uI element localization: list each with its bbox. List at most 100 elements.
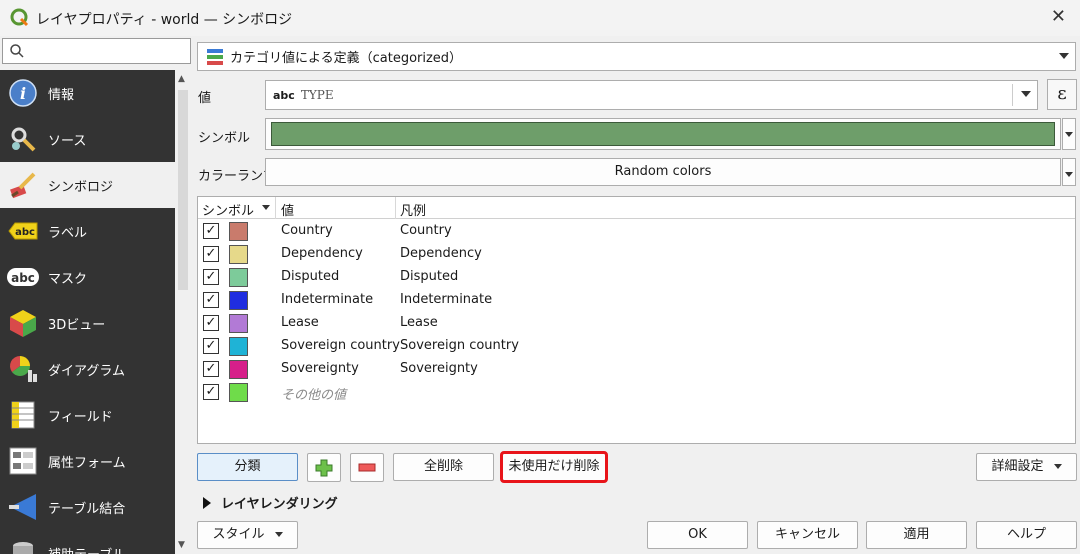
sidebar-item-symbology[interactable]: シンボロジ: [0, 162, 175, 208]
category-color-swatch[interactable]: [229, 222, 248, 241]
table-row[interactable]: ✓ Sovereignty Sovereignty: [198, 358, 1075, 381]
apply-button[interactable]: 適用: [866, 521, 967, 549]
sidebar: i 情報 ソース シンボロジ abc ラベル abc マスク 3Dビュー ダイア…: [0, 70, 175, 554]
sidebar-item-label: ラベル: [48, 225, 88, 241]
sidebar-item-fields[interactable]: フィールド: [0, 392, 175, 438]
category-checkbox[interactable]: ✓: [203, 269, 219, 285]
header-value[interactable]: 値: [281, 200, 294, 219]
sidebar-item-auxiliary-table[interactable]: 補助テーブル: [0, 530, 175, 554]
svg-text:i: i: [20, 84, 26, 103]
cancel-button[interactable]: キャンセル: [757, 521, 858, 549]
category-value: Disputed: [281, 269, 340, 284]
sidebar-item-label: マスク: [48, 271, 88, 287]
value-field-combo[interactable]: abc TYPE: [265, 80, 1038, 110]
symbol-color-swatch: [271, 122, 1055, 146]
add-category-button[interactable]: [307, 453, 341, 482]
string-type-badge: abc: [273, 88, 295, 102]
sidebar-item-source[interactable]: ソース: [0, 116, 175, 162]
category-color-swatch[interactable]: [229, 360, 248, 379]
category-color-swatch[interactable]: [229, 314, 248, 333]
category-checkbox[interactable]: ✓: [203, 292, 219, 308]
layer-rendering-toggle[interactable]: レイヤレンダリング: [203, 493, 338, 512]
remove-category-button[interactable]: [350, 453, 384, 482]
style-button[interactable]: スタイル: [197, 521, 298, 549]
divider: [395, 197, 396, 219]
auxiliary-table-icon: [6, 538, 40, 554]
sidebar-item-labels[interactable]: abc ラベル: [0, 208, 175, 254]
info-icon: i: [6, 78, 40, 108]
sidebar-item-label: 3Dビュー: [48, 317, 106, 333]
sidebar-item-join[interactable]: テーブル結合: [0, 484, 175, 530]
qgis-logo-icon: [10, 8, 29, 27]
scroll-up-icon[interactable]: ▲: [178, 74, 185, 84]
category-value: Lease: [281, 315, 319, 330]
header-symbol[interactable]: シンボル: [202, 200, 254, 219]
sidebar-item-diagram[interactable]: ダイアグラム: [0, 346, 175, 392]
divider: [275, 197, 276, 219]
category-checkbox[interactable]: ✓: [203, 384, 219, 400]
attribute-form-icon: [6, 446, 40, 476]
expression-button[interactable]: ε: [1047, 79, 1077, 110]
color-ramp-menu-arrow[interactable]: [1062, 158, 1076, 186]
category-checkbox[interactable]: ✓: [203, 361, 219, 377]
table-row[interactable]: ✓ Dependency Dependency: [198, 243, 1075, 266]
category-legend: Disputed: [400, 269, 459, 284]
scrollbar-thumb[interactable]: [178, 90, 188, 290]
table-row[interactable]: ✓ Sovereign country Sovereign country: [198, 335, 1075, 358]
header-legend[interactable]: 凡例: [400, 200, 426, 219]
sidebar-item-info[interactable]: i 情報: [0, 70, 175, 116]
sidebar-item-label: テーブル結合: [48, 501, 126, 517]
category-color-swatch[interactable]: [229, 291, 248, 310]
category-checkbox[interactable]: ✓: [203, 223, 219, 239]
table-row[interactable]: ✓ Disputed Disputed: [198, 266, 1075, 289]
table-row[interactable]: ✓ Lease Lease: [198, 312, 1075, 335]
color-ramp-button[interactable]: Random colors: [265, 158, 1061, 186]
category-color-swatch[interactable]: [229, 383, 248, 402]
sidebar-item-label: フィールド: [48, 409, 113, 425]
renderer-dropdown[interactable]: カテゴリ値による定義（categorized）: [197, 42, 1076, 71]
title-bar: レイヤプロパティ - world — シンボロジ ✕: [0, 0, 1080, 36]
close-icon[interactable]: ✕: [1051, 6, 1066, 27]
renderer-label: カテゴリ値による定義（categorized）: [230, 51, 463, 66]
sidebar-scrollbar[interactable]: ▲ ▼: [175, 70, 191, 554]
category-value: Indeterminate: [281, 292, 374, 307]
style-label: スタイル: [212, 527, 265, 542]
advanced-button[interactable]: 詳細設定: [976, 453, 1077, 481]
category-value: Country: [281, 223, 333, 238]
symbol-label: シンボル: [198, 131, 251, 146]
sidebar-search-input[interactable]: [2, 38, 191, 64]
source-icon: [6, 124, 40, 154]
sidebar-item-mask[interactable]: abc マスク: [0, 254, 175, 300]
fields-icon: [6, 400, 40, 430]
symbol-button[interactable]: [265, 118, 1061, 150]
chevron-right-icon: [203, 496, 211, 509]
category-color-swatch[interactable]: [229, 245, 248, 264]
table-row[interactable]: ✓ その他の値: [198, 381, 1075, 404]
table-row[interactable]: ✓ Indeterminate Indeterminate: [198, 289, 1075, 312]
sidebar-item-3d-view[interactable]: 3Dビュー: [0, 300, 175, 346]
chevron-down-icon[interactable]: [1021, 91, 1031, 97]
plus-icon: [315, 459, 333, 476]
sidebar-item-attribute-form[interactable]: 属性フォーム: [0, 438, 175, 484]
category-checkbox[interactable]: ✓: [203, 338, 219, 354]
symbol-menu-arrow[interactable]: [1062, 118, 1076, 150]
table-row[interactable]: ✓ Country Country: [198, 220, 1075, 243]
help-button[interactable]: ヘルプ: [976, 521, 1077, 549]
category-color-swatch[interactable]: [229, 268, 248, 287]
delete-unused-button[interactable]: 未使用だけ削除: [500, 451, 608, 483]
chevron-down-icon: [1059, 53, 1069, 59]
category-checkbox[interactable]: ✓: [203, 246, 219, 262]
ok-button[interactable]: OK: [647, 521, 748, 549]
category-checkbox[interactable]: ✓: [203, 315, 219, 331]
category-color-swatch[interactable]: [229, 337, 248, 356]
delete-all-button[interactable]: 全削除: [393, 453, 494, 481]
labels-icon: abc: [6, 216, 40, 246]
symbology-icon: [6, 170, 40, 200]
category-legend: Country: [400, 223, 452, 238]
scroll-down-icon[interactable]: ▼: [178, 540, 185, 550]
category-value: Dependency: [281, 246, 363, 261]
divider: [1012, 84, 1013, 106]
color-ramp-label: カラーランプ: [198, 169, 276, 184]
minus-icon: [358, 463, 376, 471]
classify-button[interactable]: 分類: [197, 453, 298, 481]
